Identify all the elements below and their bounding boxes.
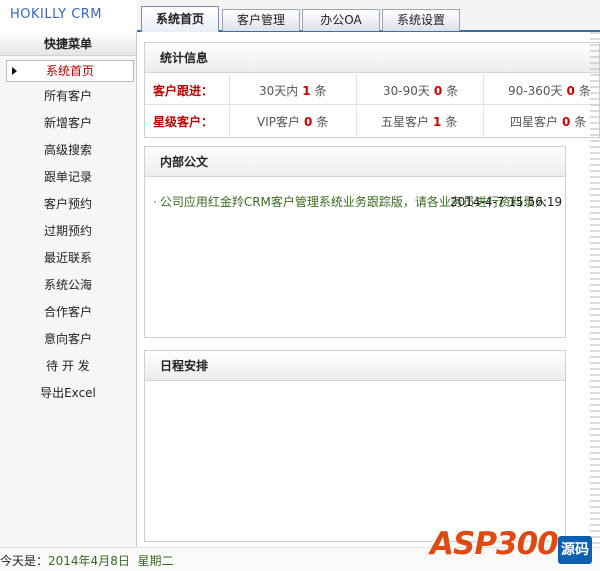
- stat-cell-30-90-days[interactable]: 30-90天 0 条: [383, 82, 458, 99]
- sidebar-item-to-develop[interactable]: 待 开 发: [0, 353, 136, 380]
- stat-unit: 条: [574, 115, 587, 129]
- tab-customer-management[interactable]: 客户管理: [222, 9, 300, 31]
- sidebar-item-intended-customers[interactable]: 意向客户: [0, 326, 136, 353]
- stat-unit: 条: [316, 115, 329, 129]
- stat-cell-prefix: 五星客户: [381, 115, 430, 129]
- stat-cell-prefix: VIP客户: [257, 115, 300, 129]
- stats-row-follow-up: 客户跟进： 30天内 1 条 30-90天 0 条 90-360天 0 条: [145, 74, 600, 105]
- sidebar-item-recent-contacts[interactable]: 最近联系: [0, 245, 136, 272]
- status-date: 2014年4月8日: [48, 554, 130, 568]
- stat-count: 0: [562, 115, 571, 129]
- sidebar-item-label: 系统首页: [45, 64, 94, 78]
- stat-cell-30-days[interactable]: 30天内 1 条: [259, 82, 327, 99]
- stat-unit: 条: [314, 84, 327, 98]
- stat-cell-prefix: 四星客户: [510, 115, 559, 129]
- stat-unit: 条: [445, 115, 458, 129]
- stat-cell-vip[interactable]: VIP客户 0 条: [257, 113, 328, 130]
- stat-cell-four-star[interactable]: 四星客户 0 条: [510, 113, 586, 130]
- stat-unit: 条: [446, 84, 459, 98]
- schedule-title: 日程安排: [145, 351, 565, 381]
- bullet-icon: ·: [153, 195, 157, 209]
- stats-row-label: 客户跟进：: [153, 84, 214, 98]
- sidebar-item-export-excel[interactable]: 导出Excel: [0, 380, 136, 407]
- sidebar-item-all-customers[interactable]: 所有客户: [0, 83, 136, 110]
- stat-cell-prefix: 30-90天: [383, 84, 430, 98]
- stat-cell-five-star[interactable]: 五星客户 1 条: [381, 113, 457, 130]
- triangle-right-icon: [12, 67, 17, 75]
- stats-row-label: 星级客户：: [153, 115, 214, 129]
- stat-count: 0: [566, 84, 575, 98]
- tab-home[interactable]: 系统首页: [141, 6, 219, 32]
- watermark-brand: ASP300: [430, 526, 559, 562]
- stat-count: 0: [304, 115, 313, 129]
- sidebar-item-home[interactable]: 系统首页: [6, 60, 134, 82]
- top-tab-bar: 系统首页 客户管理 办公OA 系统设置: [137, 0, 600, 32]
- divider: [483, 105, 484, 136]
- divider: [229, 74, 230, 105]
- sidebar-item-partner-customers[interactable]: 合作客户: [0, 299, 136, 326]
- divider: [483, 74, 484, 105]
- sidebar-item-expired-appointments[interactable]: 过期预约: [0, 218, 136, 245]
- notice-title: 内部公文: [145, 147, 565, 177]
- divider: [356, 105, 357, 136]
- stat-cell-90-360-days[interactable]: 90-360天 0 条: [508, 82, 591, 99]
- sidebar-item-public-pool[interactable]: 系统公海: [0, 272, 136, 299]
- app-logo: HOKILLY CRM: [10, 7, 103, 22]
- status-weekday: 星期二: [137, 554, 174, 568]
- watermark-logo: ASP300 源码: [426, 520, 596, 568]
- watermark-suffix: 源码: [558, 536, 592, 564]
- stat-cell-prefix: 90-360天: [508, 84, 563, 98]
- sidebar: 快捷菜单 系统首页 所有客户 新增客户 高级搜索 跟单记录 客户预约 过期预约 …: [0, 32, 137, 547]
- tab-system-settings[interactable]: 系统设置: [382, 9, 460, 31]
- sidebar-title: 快捷菜单: [0, 32, 136, 56]
- sidebar-item-advanced-search[interactable]: 高级搜索: [0, 137, 136, 164]
- stats-title: 统计信息: [145, 43, 599, 73]
- tab-office-oa[interactable]: 办公OA: [302, 9, 380, 31]
- stat-count: 0: [433, 84, 443, 98]
- stat-count: 1: [302, 84, 311, 98]
- divider: [356, 74, 357, 105]
- schedule-panel: 日程安排: [144, 350, 566, 542]
- notice-date: 2014-4-7 15:56:19: [450, 195, 563, 209]
- status-prefix: 今天是：: [0, 554, 49, 568]
- stat-count: 1: [433, 115, 442, 129]
- sidebar-item-follow-records[interactable]: 跟单记录: [0, 164, 136, 191]
- divider: [229, 105, 230, 136]
- stats-panel: 统计信息 客户跟进： 30天内 1 条 30-90天 0 条 90-360天 0 条 星级客…: [144, 42, 600, 138]
- stat-cell-prefix: 30天内: [259, 84, 299, 98]
- sidebar-item-appointments[interactable]: 客户预约: [0, 191, 136, 218]
- page-edge: [590, 32, 600, 547]
- stats-row-star-customers: 星级客户： VIP客户 0 条 五星客户 1 条 四星客户 0 条: [145, 105, 600, 136]
- sidebar-item-add-customer[interactable]: 新增客户: [0, 110, 136, 137]
- notice-panel: 内部公文 · 公司应用红金羚CRM客户管理系统业务跟踪版，请各业务员进行资料录入 …: [144, 146, 566, 338]
